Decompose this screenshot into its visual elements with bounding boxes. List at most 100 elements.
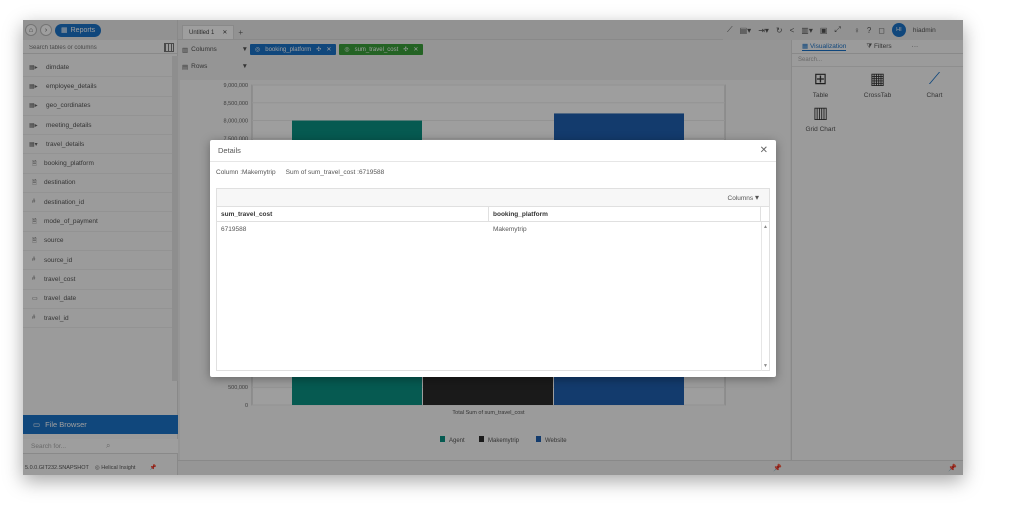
avatar[interactable]: HI [891,23,906,37]
sidebar-item-source[interactable]: 🗎 source [23,232,173,251]
sidebar-item-label: destination_id [44,198,85,206]
hash-icon: # [32,257,36,264]
chevron-down-icon[interactable]: ▼ [242,63,248,70]
table-icon: ▦▸ [29,83,38,90]
add-tab-icon[interactable]: + [238,28,243,37]
sidebar-search [23,42,178,54]
close-icon[interactable]: ✕ [326,46,331,53]
hash-icon: # [32,199,36,206]
viz-search[interactable]: Search... [792,54,963,67]
close-icon[interactable]: ✕ [222,29,227,36]
viz-crosstab[interactable]: ▦ CrossTab [849,71,906,99]
chevron-down-icon[interactable]: ▼ [242,46,248,53]
sidebar-item-travel-date[interactable]: ▭ travel_date [23,290,173,309]
sidebar-scrollbar[interactable] [172,56,178,381]
viz-table[interactable]: ⊞ Table [792,71,849,99]
tab-more[interactable]: ··· [912,43,919,50]
sidebar-item-travel-cost[interactable]: # travel_cost [23,270,173,290]
pin-icon[interactable]: 📌 [773,464,782,472]
settings-icon[interactable]: ✣ [316,46,321,53]
sidebar-item-label: travel_cost [44,275,76,283]
save-icon[interactable]: ▤▾ [740,26,752,35]
close-icon[interactable]: ✕ [760,145,768,156]
close-icon[interactable]: ✕ [413,46,418,53]
sidebar-item-destination-id[interactable]: # destination_id [23,193,173,213]
viz-grid-chart[interactable]: ▥ Grid Chart [792,105,849,133]
reports-button[interactable]: ▦ Reports [55,23,102,37]
sidebar-item-booking-platform[interactable]: 🗎 booking_platform [23,154,173,174]
user-name[interactable]: hiadmin [913,27,936,34]
chart-icon[interactable]: ⟋ [727,25,733,35]
sidebar-item-mode-of-payment[interactable]: 🗎 mode_of_payment [23,212,173,232]
sidebar-item-destination[interactable]: 🗎 destination [23,174,173,194]
file-search[interactable]: Search for... ⌕ [23,439,178,454]
sidebar-item-label: travel_date [44,295,77,303]
help-icon[interactable]: ? [867,26,871,35]
export-icon[interactable]: ⇥▾ [758,26,769,35]
chevron-right-icon[interactable]: › [40,24,52,36]
sidebar-item-label: employee_details [46,82,97,90]
sidebar-item-meeting-details[interactable]: ▦▸ meeting_details [23,116,173,136]
table-icon: ▦▸ [29,64,38,71]
header-sum-travel-cost[interactable]: sum_travel_cost [217,207,489,221]
columns-button[interactable]: Columns ▾ [728,193,759,202]
table-view-icon[interactable] [164,43,174,52]
search-tables-input[interactable] [23,42,164,53]
sidebar-footer: 5.0.0.GIT232.SNAPSHOT ◎ Helical Insight … [25,464,157,471]
y-tick-label: 500,000 [228,385,248,391]
fullscreen-icon[interactable]: ⤢ [834,25,840,35]
modal-info: Column :Makemytrip Sum of sum_travel_cos… [216,168,385,176]
sidebar-item-source-id[interactable]: # source_id [23,251,173,271]
legend-item-agent[interactable]: Agent [449,438,465,444]
file-browser-button[interactable]: ▭ File Browser [23,415,178,434]
pin-icon[interactable]: 📌 [149,465,156,471]
details-modal: Details ✕ Column :Makemytrip Sum of sum_… [210,140,776,377]
settings-icon[interactable]: ✣ [403,46,408,53]
legend-item-makemytrip[interactable]: Makemytrip [488,438,520,444]
metadata-tree: ▦▸ dimdate ▦▸ employee_details ▦▸ geo_cordina… [23,58,173,329]
column-pills: ◎ booking_platform ✣ ✕ ◎ sum_travel_cost ✣ ✕ [250,44,426,55]
table-row[interactable]: 6719588 Makemytrip [217,222,769,237]
notification-icon[interactable]: ◻ [878,26,885,35]
share-icon[interactable]: < [790,26,795,35]
sidebar-item-label: mode_of_payment [44,218,98,226]
reports-icon: ▦ [61,27,68,34]
image-icon[interactable]: ▣ [820,26,828,35]
columns-icon: ▥ [182,46,189,54]
column-pill-booking-platform[interactable]: ◎ booking_platform ✣ ✕ [250,44,337,55]
sidebar-item-dimdate[interactable]: ▦▸ dimdate [23,58,173,78]
sidebar-item-travel-id[interactable]: # travel_id [23,309,173,329]
tab-bar: Untitled 1 ✕ + [178,20,791,40]
table-icon: ▦▸ [29,122,38,129]
table-icon: ▦▸ [29,103,38,110]
header-booking-platform[interactable]: booking_platform [489,207,761,221]
sidebar-item-travel-details[interactable]: ▦▾ travel_details [23,135,173,155]
tab-untitled[interactable]: Untitled 1 ✕ [182,25,235,39]
tab-filters[interactable]: ⧩ Filters [866,43,891,51]
sidebar-item-label: booking_platform [44,160,94,168]
scroll-up-icon[interactable]: ▲ [763,224,768,230]
legend-swatch [536,436,541,442]
tab-visualization[interactable]: ▦ Visualization [802,42,847,51]
search-icon[interactable]: ⌕ [98,441,173,451]
home-icon[interactable]: ⌂ [25,24,37,36]
columns-label: ▥ Columns ▼ [182,46,248,54]
sidebar-item-employee-details[interactable]: ▦▸ employee_details [23,77,173,97]
table-icon: ▦▾ [29,141,38,148]
layout-icon[interactable]: ▥▾ [801,26,813,35]
sidebar-item-geo-cordinates[interactable]: ▦▸ geo_cordinates [23,97,173,116]
bulb-icon[interactable]: ♀ [854,26,860,35]
y-tick-label: 8,500,000 [224,101,248,107]
table-grid-icon: ⊞ [813,71,828,88]
pin-icon[interactable]: 📌 [948,464,957,472]
viz-chart[interactable]: ⟋ Chart [906,71,963,99]
toolbar-icons: ⟋ ▤▾ ⇥▾ ↻ < ▥▾ ▣ ⤢ ♀ ? ◻ HI hiadmin [723,20,963,40]
grid-scrollbar[interactable]: ▲ ▼ [761,222,769,371]
legend-item-website[interactable]: Website [545,438,567,444]
scroll-down-icon[interactable]: ▼ [763,363,768,369]
column-pill-sum-travel-cost[interactable]: ◎ sum_travel_cost ✣ ✕ [339,44,424,55]
sidebar-item-label: travel_id [44,314,69,322]
sidebar-item-label: dimdate [46,63,70,71]
modal-header: Details ✕ [210,140,776,162]
refresh-icon[interactable]: ↻ [776,26,783,35]
